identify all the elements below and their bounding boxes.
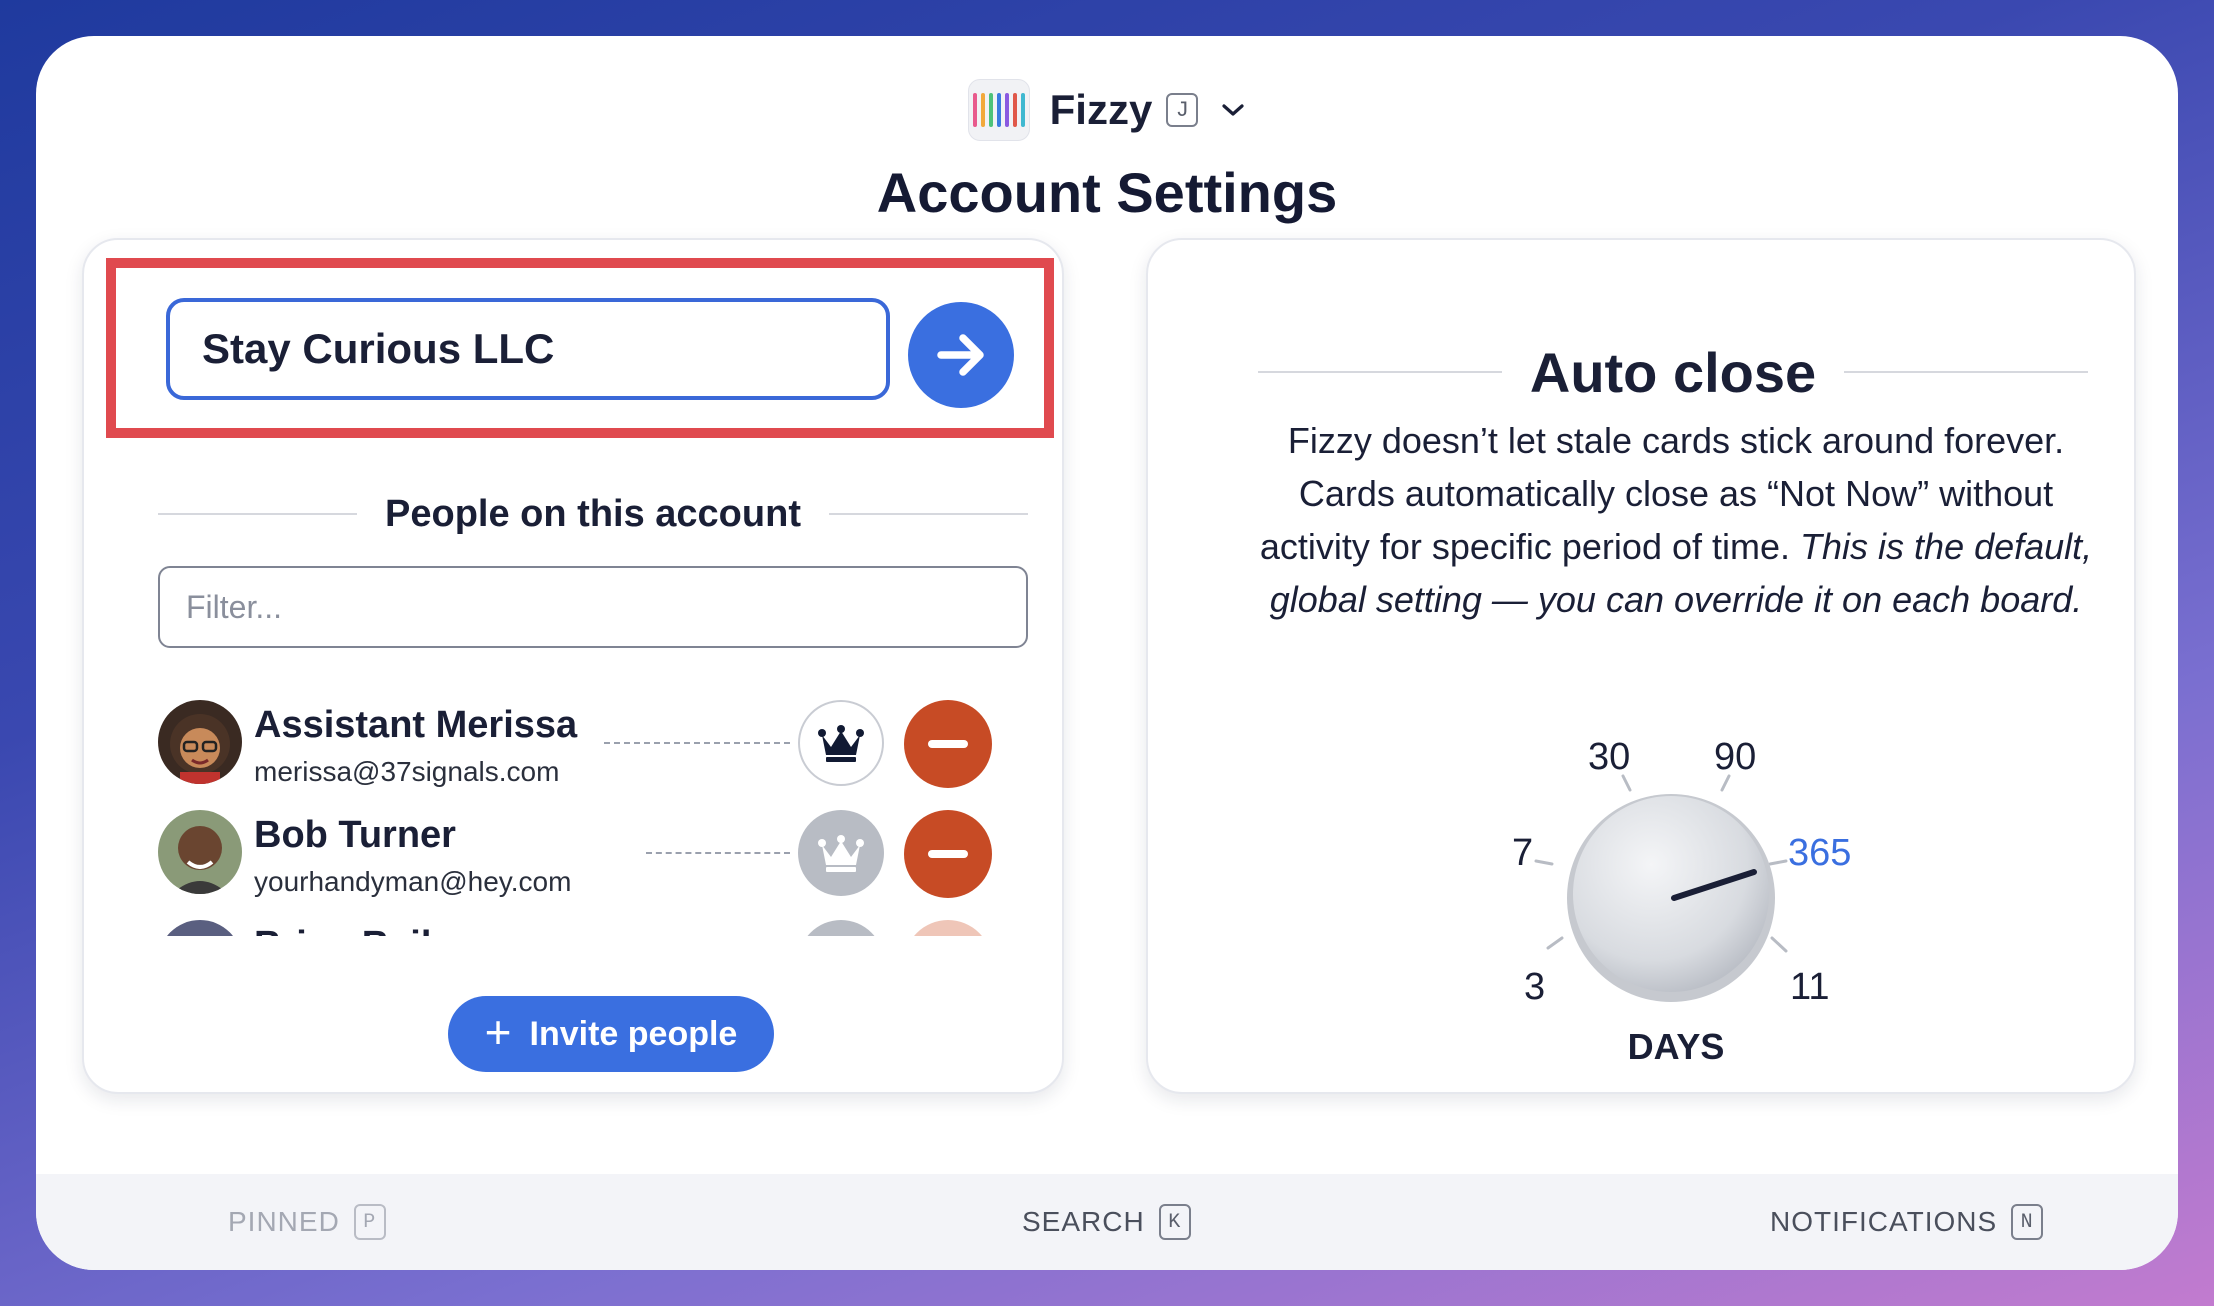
- auto-close-dial[interactable]: 3 7 30 90 365 11: [1476, 716, 1876, 1076]
- dial-option-90[interactable]: 90: [1714, 736, 1756, 779]
- divider: [158, 513, 358, 515]
- member-email: yourhandyman@hey.com: [254, 866, 572, 897]
- admin-toggle-button[interactable]: [798, 810, 884, 896]
- shortcut-key-n: N: [2011, 1204, 2044, 1240]
- dial-unit-label: DAYS: [1627, 1026, 1725, 1067]
- fizzy-logo-icon: [967, 79, 1030, 141]
- pinned-link[interactable]: PINNED P: [228, 1204, 386, 1240]
- people-title: People on this account: [385, 492, 801, 535]
- minus-icon: [928, 850, 968, 858]
- member-name: Brian Bail: [254, 924, 431, 936]
- notifications-label: NOTIFICATIONS: [1770, 1206, 1998, 1237]
- auto-close-description: Fizzy doesn’t let stale cards stick arou…: [1246, 414, 2106, 626]
- divider: [1844, 371, 2089, 373]
- search-link[interactable]: SEARCH K: [1022, 1204, 1191, 1240]
- shortcut-key-j: J: [1166, 93, 1199, 127]
- account-switcher[interactable]: Fizzy J: [36, 60, 2178, 160]
- dial-knob: [1573, 796, 1769, 992]
- people-section-header: People on this account: [158, 482, 1029, 546]
- admin-toggle-button[interactable]: [798, 920, 884, 936]
- remove-member-button[interactable]: [904, 810, 992, 898]
- crown-icon: [818, 725, 864, 762]
- member-name: Bob Turner: [254, 814, 456, 856]
- divider: [1258, 371, 1502, 373]
- dial-option-11[interactable]: 11: [1790, 966, 1829, 1009]
- plus-icon: +: [484, 1006, 512, 1058]
- shortcut-key-k: K: [1158, 1204, 1191, 1240]
- app-name: Fizzy: [1049, 86, 1153, 133]
- people-list[interactable]: Assistant Merissa merissa@37signals.com: [158, 686, 1028, 936]
- notifications-link[interactable]: NOTIFICATIONS N: [1770, 1204, 2044, 1240]
- member-email: merissa@37signals.com: [254, 756, 560, 787]
- dial-option-365[interactable]: 365: [1788, 832, 1851, 875]
- chevron-down-icon[interactable]: [1220, 93, 1246, 127]
- footer-bar: PINNED P SEARCH K NOTIFICATIONS N: [36, 1174, 2178, 1270]
- app-window: Fizzy J Account Settings People on this …: [36, 36, 2178, 1270]
- dial-option-7[interactable]: 7: [1512, 832, 1533, 875]
- page-title: Account Settings: [876, 161, 1338, 224]
- member-name: Assistant Merissa: [254, 704, 578, 746]
- minus-icon: [928, 740, 968, 748]
- remove-member-button[interactable]: [904, 700, 992, 788]
- dial-option-3[interactable]: 3: [1524, 966, 1545, 1009]
- invite-label: Invite people: [529, 1014, 738, 1053]
- remove-member-button[interactable]: [904, 920, 992, 936]
- crown-icon: [818, 835, 864, 872]
- pinned-label: PINNED: [228, 1206, 340, 1237]
- avatar: [158, 700, 242, 784]
- divider: [646, 852, 790, 854]
- search-label: SEARCH: [1022, 1206, 1145, 1237]
- invite-people-button[interactable]: + Invite people: [448, 996, 774, 1072]
- focus-highlight: [106, 258, 1054, 438]
- admin-toggle-button[interactable]: [798, 700, 884, 786]
- avatar: [158, 810, 242, 894]
- divider: [828, 513, 1029, 515]
- list-item: Brian Bail: [158, 906, 1028, 936]
- list-item: Bob Turner yourhandyman@hey.com: [158, 796, 1028, 898]
- dial-option-30[interactable]: 30: [1588, 736, 1630, 779]
- auto-close-title: Auto close: [1529, 340, 1817, 404]
- divider: [604, 742, 790, 744]
- auto-close-header: Auto close: [1258, 332, 2089, 412]
- people-filter-input[interactable]: [158, 566, 1028, 648]
- list-item: Assistant Merissa merissa@37signals.com: [158, 686, 1028, 788]
- shortcut-key-p: P: [353, 1204, 386, 1240]
- avatar: [158, 920, 242, 936]
